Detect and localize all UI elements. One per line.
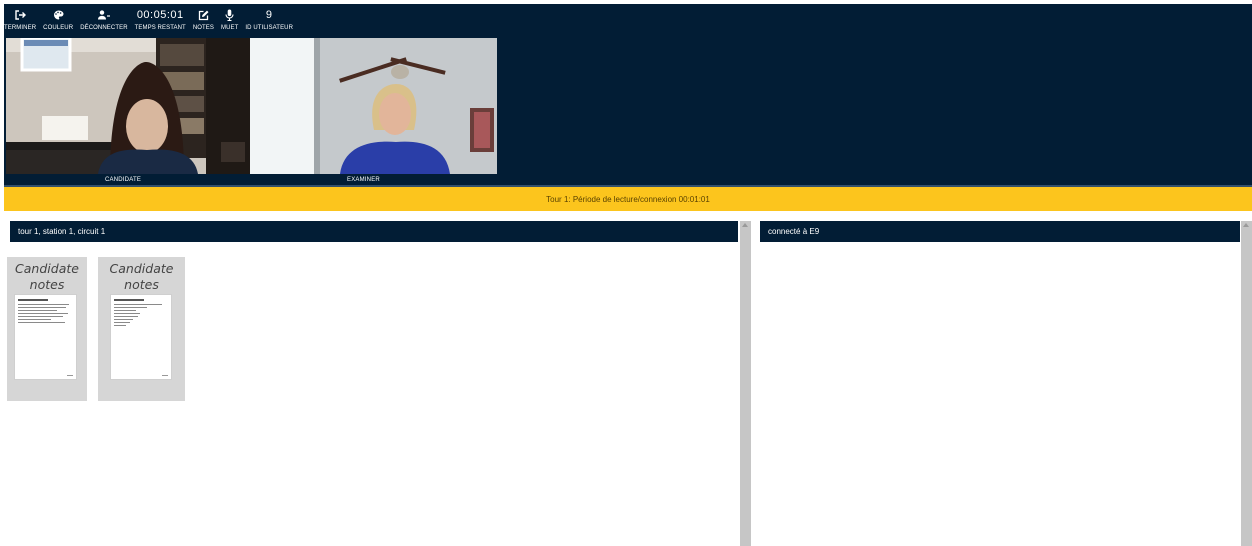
card-title-line1: Candidate xyxy=(109,261,174,276)
time-remaining-value: 00:05:01 xyxy=(136,9,184,21)
card-title: Candidate notes xyxy=(7,261,87,293)
time-remaining-label: TEMPS RESTANT xyxy=(134,25,186,31)
time-remaining: 00:05:01 TEMPS RESTANT xyxy=(135,8,186,31)
exit-icon xyxy=(14,8,26,22)
left-panel-scrollbar[interactable] xyxy=(740,221,751,546)
card-title-line2: notes xyxy=(124,277,159,292)
user-minus-icon xyxy=(97,8,111,22)
candidate-video-label: CANDIDATE xyxy=(105,177,142,183)
card-title: Candidate notes xyxy=(98,261,185,293)
status-banner-text: Tour 1: Période de lecture/connexion 00:… xyxy=(546,194,710,204)
candidate-notes-card-2[interactable]: Candidate notes xyxy=(98,257,185,401)
right-panel-scrollbar[interactable] xyxy=(1241,221,1252,546)
user-id-label: ID UTILISATEUR xyxy=(245,25,294,31)
left-panel-header: tour 1, station 1, circuit 1 xyxy=(10,221,738,242)
scroll-up-icon[interactable] xyxy=(1243,223,1249,227)
left-panel-title: tour 1, station 1, circuit 1 xyxy=(18,227,106,236)
color-button[interactable]: COULEUR xyxy=(43,8,73,31)
disconnect-button[interactable]: DÉCONNECTER xyxy=(80,8,128,31)
examiner-video-label: EXAMINER xyxy=(347,177,380,183)
terminate-label: TERMINER xyxy=(4,25,37,31)
examiner-video xyxy=(250,38,497,174)
mute-label: MUET xyxy=(221,25,239,31)
card-title-line2: notes xyxy=(29,277,65,292)
document-thumbnail xyxy=(110,294,172,380)
terminate-button[interactable]: TERMINER xyxy=(4,8,36,31)
right-panel-title: connecté à E9 xyxy=(768,227,820,236)
notes-label: NOTES xyxy=(192,25,214,31)
document-thumbnail xyxy=(14,294,77,380)
user-id-value: 9 xyxy=(265,9,273,21)
candidate-notes-card-1[interactable]: Candidate notes xyxy=(7,257,87,401)
toolbar: TERMINER COULEUR DÉCONNECTER 00:05:01 TE… xyxy=(4,8,300,38)
mute-button[interactable]: MUET xyxy=(221,8,238,31)
scroll-up-icon[interactable] xyxy=(742,223,748,227)
microphone-icon xyxy=(225,8,234,22)
card-title-line1: Candidate xyxy=(15,261,79,276)
palette-icon xyxy=(53,8,64,22)
status-banner: Tour 1: Période de lecture/connexion 00:… xyxy=(4,187,1252,211)
top-bar: TERMINER COULEUR DÉCONNECTER 00:05:01 TE… xyxy=(4,4,1252,187)
candidate-video xyxy=(6,38,250,174)
color-label: COULEUR xyxy=(43,25,74,31)
notes-button[interactable]: NOTES xyxy=(193,8,214,31)
user-id: 9 ID UTILISATEUR xyxy=(245,8,293,31)
edit-icon xyxy=(198,8,209,22)
right-panel-header: connecté à E9 xyxy=(760,221,1240,242)
disconnect-label: DÉCONNECTER xyxy=(80,25,128,31)
